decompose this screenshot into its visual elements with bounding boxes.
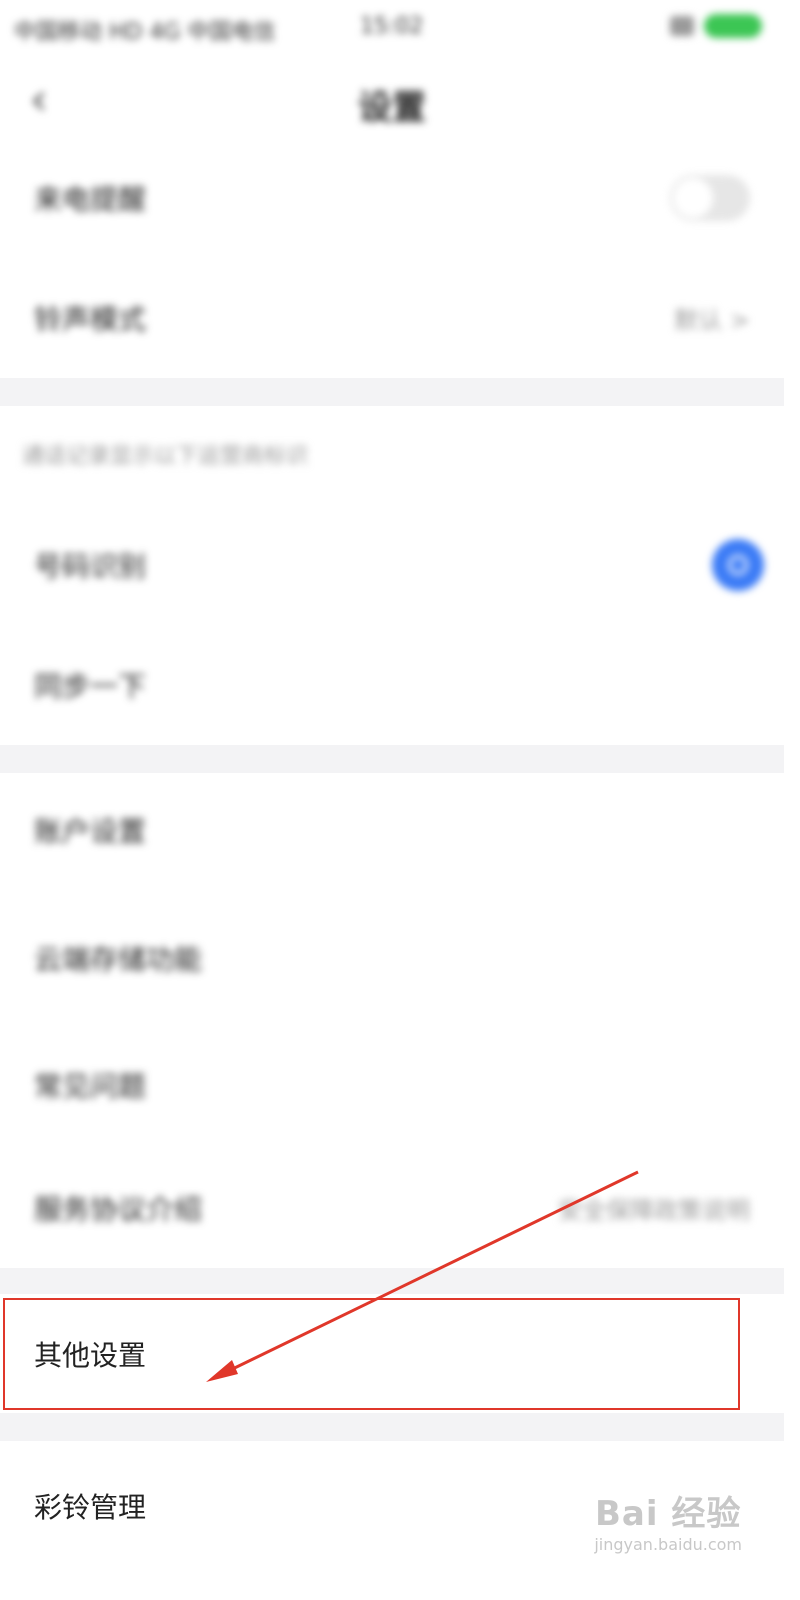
row-label: 账户设置	[34, 815, 147, 848]
row-label: 铃声模式	[34, 303, 147, 336]
settings-row-sync[interactable]: 同步一下	[0, 625, 784, 745]
row-label: 彩铃管理	[34, 1490, 147, 1524]
row-label: 常见问题	[34, 1070, 147, 1103]
status-time: 15:02	[360, 14, 424, 39]
settings-row-cloud[interactable]: 云端存储功能	[0, 898, 784, 1018]
row-label: 云端存储功能	[34, 943, 203, 976]
settings-row-ringtone-mode[interactable]: 铃声模式 默认 >	[0, 258, 784, 378]
watermark-logo: Bai 经验 jingyan.baidu.com	[594, 1486, 742, 1554]
annotation-highlight-box	[3, 1298, 740, 1410]
settings-row-number-id[interactable]: 号码识别	[0, 505, 784, 625]
settings-row-faq[interactable]: 常见问题	[0, 1025, 784, 1145]
wifi-icon	[670, 16, 694, 36]
carrier-text: 中国移动 HD 4G 中国电信	[14, 20, 276, 45]
row-label: 来电提醒	[34, 183, 147, 216]
battery-icon	[704, 14, 762, 38]
section-divider	[0, 1413, 784, 1441]
settings-row-service[interactable]: 服务协议介绍 安全保障政策说明	[0, 1148, 784, 1268]
section-divider	[0, 1268, 784, 1294]
section-divider	[0, 745, 784, 773]
row-label: 同步一下	[34, 670, 147, 703]
row-value: 安全保障政策说明	[558, 1196, 750, 1225]
section-header: 通话记录显示以下运营商标识	[22, 444, 309, 469]
row-label: 号码识别	[34, 550, 147, 583]
toggle-switch[interactable]	[670, 175, 750, 221]
nav-bar: ‹ 设置	[0, 56, 784, 146]
page-title: 设置	[358, 88, 426, 128]
row-value: 默认 >	[674, 306, 750, 335]
settings-row-incoming-alert[interactable]: 来电提醒	[0, 138, 784, 258]
row-label: 服务协议介绍	[34, 1193, 203, 1226]
watermark-url: jingyan.baidu.com	[594, 1535, 742, 1554]
section-divider	[0, 378, 784, 406]
radio-checked-icon[interactable]	[712, 539, 764, 591]
watermark-main: Bai 经验	[594, 1494, 742, 1534]
settings-row-account[interactable]: 账户设置	[0, 770, 784, 890]
status-icons	[670, 14, 762, 38]
status-bar: 中国移动 HD 4G 中国电信 15:02	[0, 0, 784, 56]
